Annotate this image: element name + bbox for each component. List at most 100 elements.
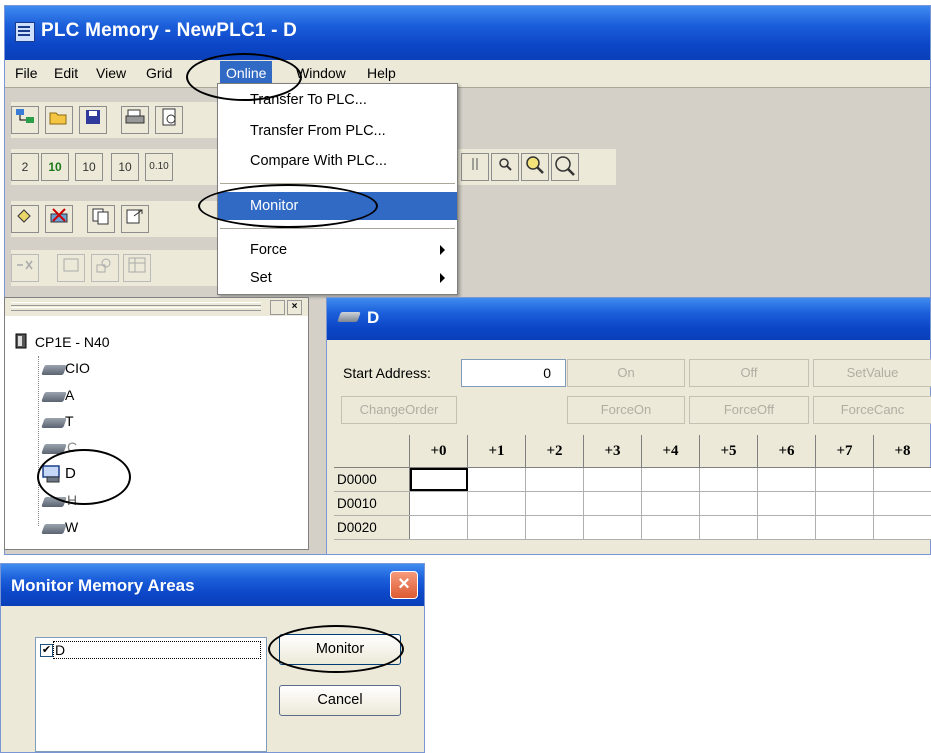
grid-cell-selected[interactable] [410, 468, 468, 491]
tree-item-w[interactable]: W [65, 519, 78, 535]
export-icon[interactable] [121, 205, 149, 233]
grid-cell[interactable] [642, 468, 700, 491]
change-order-button[interactable]: ChangeOrder [341, 396, 457, 424]
copy-icon[interactable] [87, 205, 115, 233]
table-row: D0010 [334, 492, 931, 516]
start-address-label: Start Address: [343, 365, 431, 381]
cancel-button[interactable]: Cancel [279, 685, 401, 716]
grid-cell[interactable] [526, 492, 584, 515]
checkbox-d[interactable]: ✔ [40, 644, 53, 657]
menu-item-monitor[interactable]: Monitor [218, 192, 457, 220]
menu-item-set[interactable]: Set [218, 264, 457, 292]
menu-item-force[interactable]: Force [218, 236, 457, 264]
grid-cell[interactable] [758, 492, 816, 515]
d-window-titlebar[interactable]: D [327, 298, 930, 340]
tree-item-c[interactable]: C [67, 439, 77, 455]
menu-help[interactable]: Help [361, 65, 402, 81]
panel-grip[interactable]: × [5, 298, 308, 316]
grid-cell[interactable] [468, 516, 526, 539]
clear-icon[interactable] [45, 205, 73, 233]
online-menu-dropdown: Transfer To PLC... Transfer From PLC... … [217, 83, 458, 295]
monitor-button[interactable]: Monitor [279, 634, 401, 665]
grid-cell[interactable] [584, 516, 642, 539]
off-button[interactable]: Off [689, 359, 809, 387]
unsigned-decimal-icon[interactable]: 10 [111, 153, 139, 181]
menu-item-transfer-from-plc[interactable]: Transfer From PLC... [218, 117, 457, 145]
plc-device-icon [15, 333, 27, 349]
grid-cell[interactable] [410, 492, 468, 515]
menu-grid[interactable]: Grid [140, 65, 178, 81]
tree-item-cio[interactable]: CIO [65, 360, 90, 376]
grid-cell[interactable] [816, 516, 874, 539]
grid-corner [334, 435, 410, 468]
force-table-icon[interactable] [123, 254, 151, 282]
menu-file[interactable]: File [9, 65, 44, 81]
force-cancel-all-icon[interactable] [11, 254, 39, 282]
grid-cell[interactable] [468, 492, 526, 515]
grid-cell[interactable] [468, 468, 526, 491]
save-icon[interactable] [79, 106, 107, 134]
grid-cell[interactable] [874, 468, 931, 491]
grid-cell[interactable] [700, 468, 758, 491]
column-header: +4 [642, 435, 700, 468]
set-value-button[interactable]: SetValue [813, 359, 931, 387]
grid-cell[interactable] [700, 516, 758, 539]
zoom-small-icon[interactable] [491, 153, 519, 181]
panel-close-icon[interactable]: × [287, 300, 302, 315]
tree-item-a[interactable]: A [65, 387, 74, 403]
menu-edit[interactable]: Edit [48, 65, 84, 81]
open-folder-icon[interactable] [45, 106, 73, 134]
menu-window[interactable]: Window [290, 65, 352, 81]
tree-item-t[interactable]: T [65, 413, 74, 429]
menu-view[interactable]: View [90, 65, 132, 81]
d-window-title: D [367, 308, 380, 327]
grid-cell[interactable] [584, 492, 642, 515]
print-icon[interactable] [121, 106, 149, 134]
menu-online[interactable]: Online [220, 61, 273, 85]
on-button[interactable]: On [567, 359, 685, 387]
grid-cell[interactable] [874, 516, 931, 539]
column-header: +3 [584, 435, 642, 468]
zoom-large-icon[interactable] [551, 153, 579, 181]
grid-cell[interactable] [700, 492, 758, 515]
grid-cell[interactable] [410, 516, 468, 539]
decimal-format-icon[interactable]: 10 [41, 153, 69, 181]
tree-root[interactable]: CP1E - N40 [15, 333, 110, 350]
force-on-icon[interactable] [57, 254, 85, 282]
grid-cell[interactable] [526, 516, 584, 539]
grid-cell[interactable] [758, 516, 816, 539]
menu-item-transfer-to-plc[interactable]: Transfer To PLC... [218, 86, 457, 114]
grid-cell[interactable] [816, 468, 874, 491]
close-icon[interactable]: × [390, 571, 418, 599]
column-header: +2 [526, 435, 584, 468]
force-off-button[interactable]: ForceOff [689, 396, 809, 424]
grid-cell[interactable] [526, 468, 584, 491]
tree-item-d[interactable]: D [65, 465, 76, 482]
grid-cell[interactable] [758, 468, 816, 491]
memory-area-tree: × CP1E - N40 CIO A T C D H W [4, 297, 309, 550]
zoom-medium-icon[interactable] [521, 153, 549, 181]
signed-decimal-icon[interactable]: 10 [75, 153, 103, 181]
print-preview-icon[interactable] [155, 106, 183, 134]
binary-format-icon[interactable]: 2 [11, 153, 39, 181]
focus-rectangle [53, 641, 261, 659]
main-titlebar[interactable]: PLC Memory - NewPLC1 - D [5, 6, 930, 60]
force-search-icon[interactable] [91, 254, 119, 282]
start-address-input[interactable]: 0 [461, 359, 566, 387]
tree-item-h[interactable]: H [67, 492, 77, 508]
force-cancel-button[interactable]: ForceCanc [813, 396, 931, 424]
spacer-icon[interactable] [461, 153, 489, 181]
float-format-icon[interactable]: 0.10 [145, 153, 173, 181]
dialog-titlebar[interactable]: Monitor Memory Areas × [1, 564, 424, 606]
grid-cell[interactable] [584, 468, 642, 491]
grid-cell[interactable] [642, 516, 700, 539]
force-on-button[interactable]: ForceOn [567, 396, 685, 424]
new-plc-icon[interactable] [11, 106, 39, 134]
grid-cell[interactable] [874, 492, 931, 515]
menu-item-compare-with-plc[interactable]: Compare With PLC... [218, 147, 457, 175]
grid-cell[interactable] [642, 492, 700, 515]
grid-cell[interactable] [816, 492, 874, 515]
panel-pin-icon[interactable] [270, 300, 285, 315]
memory-area-list: ✔ D [35, 637, 267, 752]
fill-icon[interactable] [11, 205, 39, 233]
